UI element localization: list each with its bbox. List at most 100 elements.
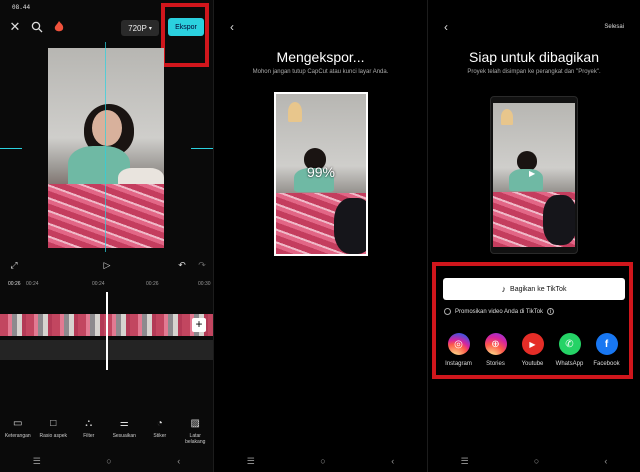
page-title: Siap untuk dibagikan [469, 49, 599, 65]
tool-label: Latar belakang [185, 433, 206, 445]
youtube-icon: ▶ [521, 333, 544, 355]
tick-label: 00:24 [92, 281, 105, 287]
home-icon[interactable]: ○ [320, 456, 325, 466]
video-bed [48, 184, 164, 248]
aspect-ratio-icon: □ [50, 418, 57, 429]
tool-caption[interactable]: ▭ Keterangan [1, 418, 34, 452]
play-icon[interactable]: ▶ [529, 169, 535, 178]
export-preview: 99% [274, 92, 368, 256]
total-time: 00:24 [26, 281, 39, 287]
info-icon[interactable]: i [547, 308, 555, 315]
system-navbar: ☰ ○ ‹ [0, 454, 213, 468]
redo-icon[interactable]: ↷ [196, 259, 208, 271]
playhead[interactable] [106, 292, 108, 370]
app-label: Stories [486, 361, 505, 367]
tick-label: 00:26 [146, 281, 159, 287]
tool-label: Sesuaikan [112, 433, 136, 439]
status-time: 08.44 [12, 4, 31, 11]
video-dark-object [334, 198, 366, 254]
resolution-dropdown[interactable]: 720P ▾ [121, 20, 159, 36]
video-subject-body [509, 169, 543, 191]
system-navbar: ☰ ○ ‹ [214, 454, 427, 468]
close-icon[interactable]: ✕ [8, 19, 22, 34]
share-apps-row: ◎ Instagram ⊕ Stories ▶ Youtube ✆ WhatsA… [440, 333, 640, 367]
share-youtube[interactable]: ▶ Youtube [514, 333, 551, 367]
search-icon[interactable] [30, 20, 44, 34]
tool-sticker[interactable]: ◔ Stiker [143, 418, 176, 452]
sticker-icon: ◔ [156, 418, 163, 429]
guide-line-left [0, 148, 22, 149]
menu-icon[interactable]: ☰ [33, 456, 41, 467]
back-arrow-icon[interactable]: ‹ [440, 20, 452, 34]
filter-icon: ⛬ [85, 418, 93, 429]
home-icon[interactable]: ○ [534, 456, 539, 466]
shared-video-preview[interactable]: ▶ [493, 103, 575, 247]
tool-adjust[interactable]: ⚌ Sesuaikan [108, 418, 141, 452]
share-instagram[interactable]: ◎ Instagram [440, 333, 477, 367]
back-icon[interactable]: ‹ [177, 456, 180, 466]
adjust-icon: ⚌ [119, 418, 129, 429]
share-facebook[interactable]: f Facebook [588, 333, 625, 367]
add-clip-button[interactable]: + [192, 318, 206, 332]
resolution-value: 720P [128, 23, 147, 33]
time-ruler: 00:26 00:24 00:24 00:26 00:30 [0, 280, 213, 290]
undo-icon[interactable]: ↶ [176, 259, 188, 271]
tool-aspect-ratio[interactable]: □ Rasio aspek [37, 418, 70, 452]
whatsapp-icon: ✆ [558, 333, 581, 355]
exporting-panel: ‹ Mengekspor... Mohon jangan tutup CapCu… [214, 0, 427, 472]
video-preview[interactable] [48, 48, 164, 248]
menu-icon[interactable]: ☰ [247, 456, 255, 467]
fullscreen-icon[interactable]: ⤢ [8, 259, 20, 271]
chevron-down-icon: ▾ [148, 25, 152, 32]
page-subtitle: Proyek telah disimpan ke perangkat dan "… [467, 69, 601, 75]
app-label: WhatsApp [555, 361, 584, 367]
tick-label: 00:30 [198, 281, 211, 287]
back-icon[interactable]: ‹ [604, 456, 607, 466]
play-icon[interactable]: ▷ [101, 259, 113, 271]
video-subject-hair [517, 151, 537, 171]
tool-label: Rasio aspek [39, 433, 67, 439]
instagram-icon: ◎ [447, 333, 470, 355]
facebook-icon: f [595, 333, 618, 355]
promo-label: Promosikan video Anda di TikTok [455, 308, 544, 315]
promo-radio[interactable] [444, 308, 451, 315]
video-subject-face [92, 110, 122, 146]
home-icon[interactable]: ○ [106, 456, 111, 466]
video-dark-object [543, 195, 575, 245]
app-label: Facebook [593, 361, 620, 367]
page-subtitle: Mohon jangan tutup CapCut atau kunci lay… [252, 69, 389, 75]
stories-icon: ⊕ [484, 333, 507, 355]
back-icon[interactable]: ‹ [391, 456, 394, 466]
page-title: Mengekspor... [276, 49, 365, 65]
menu-icon[interactable]: ☰ [461, 456, 469, 467]
tool-label: Filter [83, 433, 95, 439]
tool-label: Keterangan [4, 433, 31, 439]
background-icon: ▨ [190, 418, 200, 429]
editor-panel: 08.44 ✕ 720P ▾ Ekspor ⤢ ▷ ↶ ↷ 00:26 00:2… [0, 0, 213, 472]
export-progress: 99% [306, 164, 336, 180]
system-navbar: ☰ ○ ‹ [428, 454, 640, 468]
back-arrow-icon[interactable]: ‹ [226, 20, 238, 34]
caption-icon: ▭ [13, 418, 23, 429]
guide-line-right [191, 148, 213, 149]
highlight-box-export [161, 3, 209, 67]
guide-line-vertical [105, 42, 106, 252]
share-tiktok-button[interactable]: ♪ Bagikan ke TikTok [443, 278, 625, 300]
app-label: Youtube [521, 361, 544, 367]
video-lamp [288, 102, 302, 122]
flame-icon[interactable] [52, 20, 66, 34]
share-whatsapp[interactable]: ✆ WhatsApp [551, 333, 588, 367]
tool-label: Stiker [153, 433, 167, 439]
phone-mockup: ▶ [490, 96, 578, 254]
promo-option[interactable]: Promosikan video Anda di TikTok i [444, 308, 555, 315]
tool-filter[interactable]: ⛬ Filter [72, 418, 105, 452]
share-tiktok-label: Bagikan ke TikTok [510, 285, 567, 293]
app-label: Instagram [445, 361, 472, 367]
done-button[interactable]: Selesai [604, 24, 624, 30]
editor-toolbar: ▭ Keterangan □ Rasio aspek ⛬ Filter ⚌ Sesuai… [0, 418, 213, 452]
tool-background[interactable]: ▨ Latar belakang [179, 418, 212, 452]
video-lamp [501, 109, 513, 125]
current-time: 00:26 [8, 281, 21, 287]
share-panel: ‹ Selesai Siap untuk dibagikan Proyek te… [428, 0, 640, 472]
share-stories[interactable]: ⊕ Stories [477, 333, 514, 367]
